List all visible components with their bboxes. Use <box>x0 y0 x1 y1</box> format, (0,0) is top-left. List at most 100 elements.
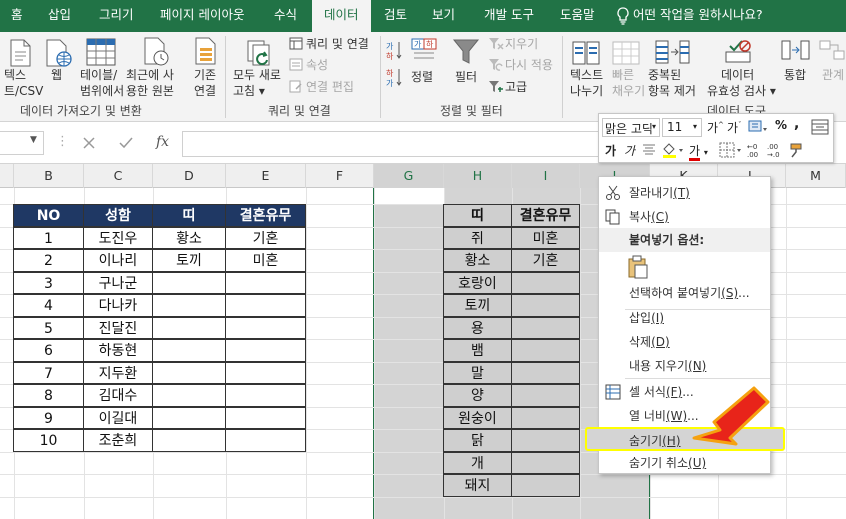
active-cell[interactable] <box>374 188 444 204</box>
percent-style-button[interactable]: % <box>775 118 787 132</box>
table1-cell[interactable] <box>225 429 306 452</box>
table1-cell[interactable]: 하동현 <box>83 339 153 362</box>
text-to-columns-button[interactable]: 텍스트 나누기 <box>570 67 603 99</box>
table1-cell[interactable]: 4 <box>13 294 84 317</box>
font-color-button[interactable]: 가 ▾ <box>689 142 708 161</box>
table1-cell[interactable] <box>225 271 306 294</box>
table1-cell[interactable]: 5 <box>13 316 84 339</box>
table1-cell[interactable] <box>225 294 306 317</box>
accounting-format-icon[interactable] <box>747 119 767 135</box>
properties-button[interactable]: 속성 <box>306 57 328 73</box>
table1-cell[interactable] <box>152 406 226 429</box>
table2-cell[interactable] <box>511 271 580 294</box>
table1-cell[interactable]: 미혼 <box>225 249 306 272</box>
table1-cell[interactable] <box>152 384 226 407</box>
table2-cell[interactable]: 기혼 <box>511 249 580 272</box>
menu-copy[interactable]: 복사(C) <box>599 205 770 229</box>
table1-cell[interactable] <box>152 294 226 317</box>
column-header-h[interactable]: H <box>444 164 512 188</box>
table2-cell[interactable] <box>511 406 580 429</box>
table2-cell[interactable]: 용 <box>443 316 512 339</box>
table1-cell[interactable] <box>152 429 226 452</box>
table2-cell[interactable]: 뱀 <box>443 339 512 362</box>
from-table-button[interactable]: 테이블/범위에서 <box>80 67 124 99</box>
table2-cell[interactable]: 말 <box>443 361 512 384</box>
table1-header-cell[interactable]: NO <box>13 204 84 227</box>
table1-cell[interactable] <box>225 406 306 429</box>
table1-cell[interactable]: 2 <box>13 249 84 272</box>
row-header-corner[interactable] <box>0 164 14 188</box>
tab-home[interactable]: 홈 <box>11 0 23 32</box>
table2-cell[interactable]: 원숭이 <box>443 406 512 429</box>
text-csv-button[interactable]: 텍스 트/CSV <box>4 67 43 99</box>
table2-cell[interactable] <box>511 339 580 362</box>
tab-help[interactable]: 도움말 <box>560 0 595 32</box>
table1-cell[interactable] <box>152 316 226 339</box>
consolidate-button[interactable]: 통합 <box>784 67 806 83</box>
font-name-box[interactable]: 맑은 고딕 ▾ <box>602 118 660 137</box>
table1-cell[interactable]: 구나군 <box>83 271 153 294</box>
table2-cell[interactable]: 닭 <box>443 429 512 452</box>
edit-links-button[interactable]: 연결 편집 <box>306 79 354 95</box>
table1-cell[interactable]: 도진우 <box>83 226 153 249</box>
table1-header-cell[interactable]: 띠 <box>152 204 226 227</box>
table2-cell[interactable] <box>511 316 580 339</box>
table1-cell[interactable]: 이길대 <box>83 406 153 429</box>
comma-style-button[interactable]: , <box>794 116 799 132</box>
table2-cell[interactable]: 호랑이 <box>443 271 512 294</box>
table2-header-cell[interactable]: 결혼유무 <box>511 204 580 227</box>
sort-button[interactable]: 정렬 <box>411 69 433 85</box>
tab-developer[interactable]: 개발 도구 <box>484 0 534 32</box>
bold-button[interactable]: 가 <box>605 142 616 159</box>
table1-cell[interactable]: 기혼 <box>225 226 306 249</box>
column-header-g[interactable]: G <box>374 164 444 188</box>
table1-cell[interactable] <box>152 339 226 362</box>
menu-unhide[interactable]: 숨기기 취소(U) <box>599 451 770 475</box>
table2-cell[interactable] <box>511 451 580 474</box>
existing-connections-button[interactable]: 기존 연결 <box>194 67 216 99</box>
increase-decimal-icon[interactable]: ←0.00 <box>747 142 765 158</box>
tell-me-search[interactable]: 어떤 작업을 원하시나요? <box>633 0 763 32</box>
font-size-box[interactable]: 11 ▾ <box>662 118 702 137</box>
tab-page-layout[interactable]: 페이지 레이아웃 <box>160 0 244 32</box>
paste-option-button[interactable] <box>627 255 649 279</box>
relationships-button[interactable]: 관계 <box>822 67 844 83</box>
table2-cell[interactable]: 돼지 <box>443 474 512 497</box>
table1-cell[interactable]: 3 <box>13 271 84 294</box>
increase-font-icon[interactable]: 가^ <box>707 119 724 136</box>
table2-header-cell[interactable]: 띠 <box>443 204 512 227</box>
enter-check-icon[interactable] <box>118 136 134 150</box>
table1-cell[interactable] <box>225 384 306 407</box>
menu-cut[interactable]: 잘라내기(T) <box>599 181 770 205</box>
column-header-e[interactable]: E <box>226 164 306 188</box>
table2-cell[interactable]: 토끼 <box>443 294 512 317</box>
table1-cell[interactable]: 10 <box>13 429 84 452</box>
queries-connections-button[interactable]: 쿼리 및 연결 <box>306 36 369 52</box>
table1-cell[interactable]: 다나카 <box>83 294 153 317</box>
table1-cell[interactable]: 8 <box>13 384 84 407</box>
column-header-b[interactable]: B <box>14 164 84 188</box>
align-center-icon[interactable] <box>642 143 656 157</box>
data-validation-button[interactable]: 데이터 유효성 검사 ▾ <box>707 67 776 99</box>
remove-duplicates-button[interactable]: 중복된 항목 제거 <box>648 67 696 99</box>
table1-cell[interactable]: 황소 <box>152 226 226 249</box>
table1-cell[interactable] <box>225 339 306 362</box>
insert-function-button[interactable]: fx <box>156 134 169 150</box>
reapply-button[interactable]: 다시 적용 <box>505 57 553 73</box>
table1-cell[interactable] <box>225 316 306 339</box>
formula-input[interactable] <box>182 131 602 157</box>
table2-cell[interactable]: 개 <box>443 451 512 474</box>
borders-icon[interactable] <box>719 142 743 158</box>
table1-cell[interactable]: 진달진 <box>83 316 153 339</box>
clear-filter-button[interactable]: 지우기 <box>505 36 538 52</box>
fill-color-icon[interactable] <box>661 142 685 158</box>
column-header-d[interactable]: D <box>153 164 226 188</box>
table2-cell[interactable] <box>511 384 580 407</box>
tab-formulas[interactable]: 수식 <box>274 0 297 32</box>
table1-header-cell[interactable]: 결혼유무 <box>225 204 306 227</box>
table2-cell[interactable]: 쥐 <box>443 226 512 249</box>
table1-cell[interactable]: 조춘희 <box>83 429 153 452</box>
table1-cell[interactable]: 6 <box>13 339 84 362</box>
web-button[interactable]: 웹 <box>51 67 62 83</box>
column-header-i[interactable]: I <box>512 164 580 188</box>
